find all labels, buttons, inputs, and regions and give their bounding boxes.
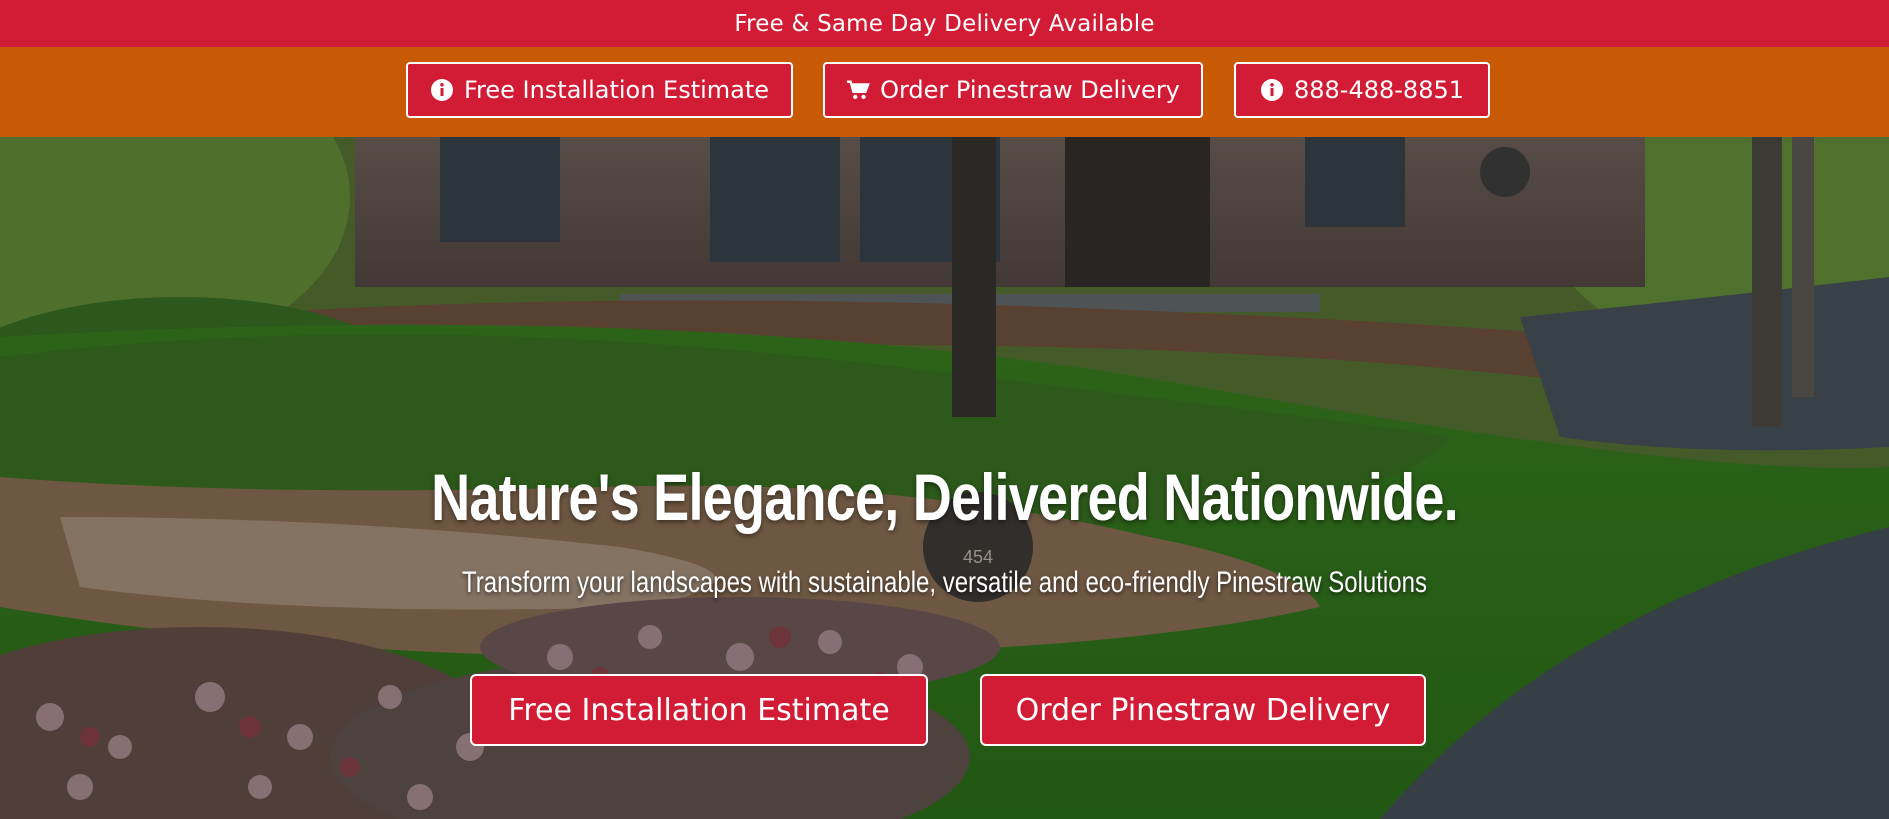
order-delivery-label: Order Pinestraw Delivery [880, 76, 1180, 104]
info-icon [1260, 78, 1284, 102]
hero-section: 454 Nature's Elegance, Delivered Nationw… [0, 137, 1889, 819]
phone-label: 888-488-8851 [1293, 76, 1464, 104]
order-delivery-button[interactable]: Order Pinestraw Delivery [823, 62, 1203, 118]
hero-order-delivery-button[interactable]: Order Pinestraw Delivery [980, 674, 1426, 746]
phone-button[interactable]: 888-488-8851 [1234, 62, 1490, 118]
hero-subtitle: Transform your landscapes with sustainab… [462, 566, 1427, 599]
free-estimate-label: Free Installation Estimate [463, 76, 770, 104]
cart-icon [846, 78, 870, 102]
announcement-text: Free & Same Day Delivery Available [734, 10, 1155, 37]
hero-order-delivery-label: Order Pinestraw Delivery [1015, 692, 1391, 728]
hero-title: Nature's Elegance, Delivered Nationwide. [431, 460, 1459, 534]
free-estimate-button[interactable]: Free Installation Estimate [406, 62, 793, 118]
hero-free-estimate-button[interactable]: Free Installation Estimate [470, 674, 928, 746]
hero-free-estimate-label: Free Installation Estimate [508, 692, 890, 728]
info-icon [430, 78, 454, 102]
announcement-bar: Free & Same Day Delivery Available [0, 0, 1889, 47]
action-bar: Free Installation Estimate Order Pinestr… [0, 47, 1889, 137]
